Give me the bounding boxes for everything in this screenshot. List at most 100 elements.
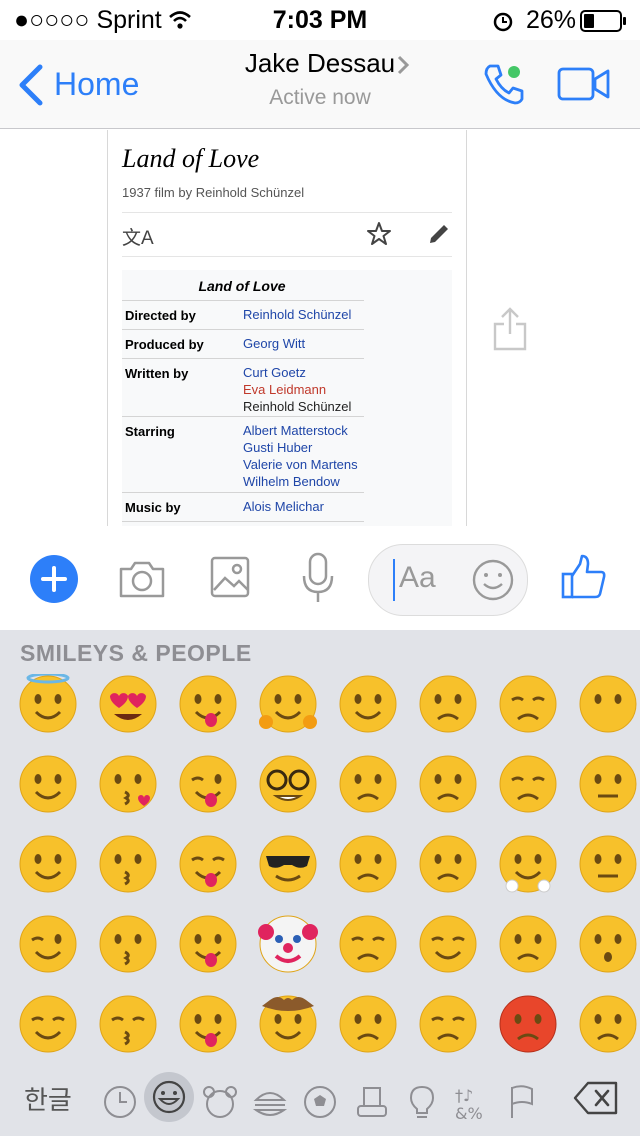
row-label: Music by xyxy=(125,500,181,515)
chevron-right-icon xyxy=(397,55,410,75)
clown-face-emoji[interactable] xyxy=(258,914,318,974)
upside-down-face-emoji[interactable] xyxy=(18,834,78,894)
objects-category-icon[interactable] xyxy=(402,1082,442,1122)
language-key[interactable]: 한글 xyxy=(24,1080,72,1117)
squinting-tongue-face-emoji[interactable] xyxy=(178,834,238,894)
tongue-face-emoji[interactable] xyxy=(178,914,238,974)
image-icon[interactable] xyxy=(210,556,250,598)
sunglasses-face-emoji[interactable] xyxy=(258,834,318,894)
travel-category-icon[interactable] xyxy=(352,1082,392,1122)
text-cursor xyxy=(393,559,395,601)
row-link[interactable]: Georg Witt xyxy=(243,335,305,352)
disappointed-face-emoji[interactable] xyxy=(338,834,398,894)
unamused-face-emoji[interactable] xyxy=(338,754,398,814)
plus-icon[interactable] xyxy=(30,555,78,603)
kissing-smiling-eyes-emoji[interactable] xyxy=(98,914,158,974)
pencil-icon[interactable] xyxy=(426,221,452,247)
video-icon[interactable] xyxy=(557,66,611,102)
symbols-category-icon[interactable]: †♪ &% xyxy=(452,1082,492,1122)
face-savoring-food-emoji[interactable] xyxy=(178,674,238,734)
triumph-face-emoji[interactable] xyxy=(498,834,558,894)
weary-face-emoji[interactable] xyxy=(498,754,558,814)
phone-icon[interactable] xyxy=(480,60,528,108)
confused-face-emoji[interactable] xyxy=(418,674,478,734)
pensive-face-emoji[interactable] xyxy=(338,914,398,974)
row-redlink[interactable]: Eva Leidmann xyxy=(243,381,351,398)
row-link[interactable]: Valerie von Martens xyxy=(243,456,358,473)
neutral-face-emoji[interactable] xyxy=(578,754,638,814)
infobox-row: Music by Alois Melichar xyxy=(122,492,364,522)
thumbs-up-icon[interactable] xyxy=(560,554,608,600)
contact-name: Jake Dessau xyxy=(244,48,396,78)
smirking-face-emoji[interactable] xyxy=(338,674,398,734)
infobox-title: Land of Love xyxy=(198,278,286,294)
conversation-header: Home Jake Dessau Active now xyxy=(0,40,640,129)
infobox-row: Written by Curt Goetz Eva Leidmann Reinh… xyxy=(122,358,364,416)
kissing-closed-eyes-emoji[interactable] xyxy=(98,994,158,1054)
face-without-mouth-emoji[interactable] xyxy=(578,674,638,734)
infobox-row: Directed by Reinhold Schünzel xyxy=(122,300,364,329)
camera-icon[interactable] xyxy=(118,559,166,599)
slightly-frowning-face-emoji[interactable] xyxy=(418,754,478,814)
infobox-row: Starring Albert Matterstock Gusti Huber … xyxy=(122,416,364,492)
flags-category-icon[interactable] xyxy=(502,1082,542,1122)
status-bar: ●○○○○ Sprint 7:03 PM 26% xyxy=(0,0,640,40)
battery-percent: 26% xyxy=(526,6,577,34)
angry-face-emoji[interactable] xyxy=(498,914,558,974)
row-link[interactable]: Wilhelm Bendow xyxy=(243,473,358,490)
smiley-icon[interactable] xyxy=(471,558,515,602)
alarm-icon xyxy=(493,12,513,32)
microphone-icon[interactable] xyxy=(300,552,336,604)
cowboy-face-emoji[interactable] xyxy=(258,994,318,1054)
kissing-face-emoji[interactable] xyxy=(98,834,158,894)
frowning-face-emoji[interactable] xyxy=(418,834,478,894)
hugging-face-emoji[interactable] xyxy=(258,674,318,734)
backspace-icon[interactable] xyxy=(572,1080,620,1116)
contact-title[interactable]: Jake Dessau Active now xyxy=(190,40,450,128)
contact-status: Active now xyxy=(269,86,371,109)
kissing-face-heart-emoji[interactable] xyxy=(98,754,158,814)
message-input[interactable]: Aa xyxy=(368,544,528,616)
row-link[interactable]: Albert Matterstock xyxy=(243,422,358,439)
heart-eyes-emoji[interactable] xyxy=(98,674,158,734)
animals-category-icon[interactable] xyxy=(200,1082,240,1122)
winking-tongue-face-emoji[interactable] xyxy=(178,754,238,814)
row-link[interactable]: Reinhold Schünzel xyxy=(243,306,351,323)
confounded-face-emoji[interactable] xyxy=(418,914,478,974)
winking-face-emoji[interactable] xyxy=(18,914,78,974)
smiling-face-with-halo-emoji[interactable] xyxy=(18,674,78,734)
row-link[interactable]: Gusti Huber xyxy=(243,439,358,456)
money-mouth-face-emoji[interactable] xyxy=(178,994,238,1054)
food-category-icon[interactable] xyxy=(250,1082,290,1122)
recent-icon[interactable] xyxy=(100,1082,140,1122)
message-placeholder: Aa xyxy=(399,561,436,594)
emoji-keyboard: SMILEYS & PEOPLE 한글 †♪ &% xyxy=(0,630,640,1136)
frowning-open-mouth-emoji[interactable] xyxy=(578,994,638,1054)
hushed-face-emoji[interactable] xyxy=(578,914,638,974)
nerd-face-emoji[interactable] xyxy=(258,754,318,814)
shared-article-card[interactable]: Land of Love 1937 film by Reinhold Schün… xyxy=(107,130,467,526)
infobox: Land of Love Directed by Reinhold Schünz… xyxy=(122,270,452,526)
row-link[interactable]: Curt Goetz xyxy=(243,364,351,381)
expressionless-face-emoji[interactable] xyxy=(578,834,638,894)
tired-face-emoji[interactable] xyxy=(498,674,558,734)
activity-category-icon[interactable] xyxy=(300,1082,340,1122)
worried-face-emoji[interactable] xyxy=(338,994,398,1054)
infobox-row: Produced by Georg Witt xyxy=(122,329,364,358)
star-icon[interactable] xyxy=(366,221,392,247)
row-label: Directed by xyxy=(125,308,196,323)
article-toolbar: 文A xyxy=(122,212,452,257)
relieved-face-emoji[interactable] xyxy=(18,994,78,1054)
persevering-face-emoji[interactable] xyxy=(418,994,478,1054)
pouting-face-emoji[interactable] xyxy=(498,994,558,1054)
row-link[interactable]: Alois Melichar xyxy=(243,498,324,515)
share-icon[interactable] xyxy=(492,306,528,352)
article-title: Land of Love xyxy=(122,144,260,173)
row-text: Reinhold Schünzel xyxy=(243,399,352,414)
article-description: 1937 film by Reinhold Schünzel xyxy=(122,185,305,200)
smileys-category-icon[interactable] xyxy=(149,1077,189,1117)
slightly-smiling-face-emoji[interactable] xyxy=(18,754,78,814)
translate-icon[interactable]: 文A xyxy=(122,223,154,250)
back-button[interactable]: Home xyxy=(12,60,162,110)
row-label: Starring xyxy=(125,424,175,439)
